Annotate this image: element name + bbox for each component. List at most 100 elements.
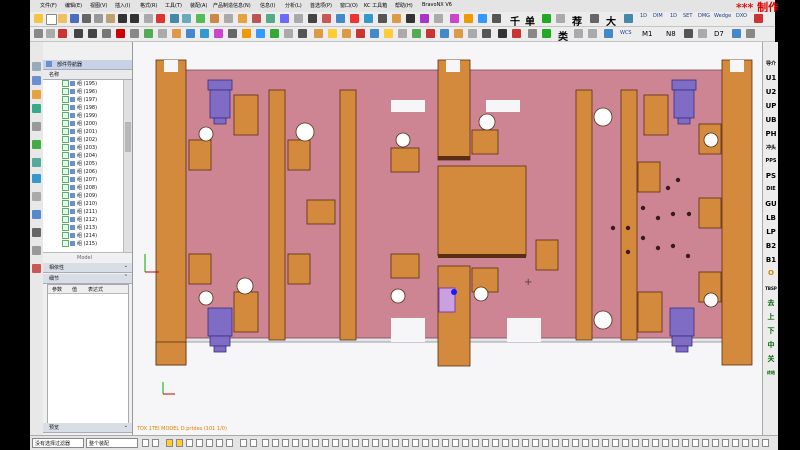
tool-e-icon[interactable]: [556, 14, 565, 23]
snap-extra-ak-icon[interactable]: [622, 439, 629, 447]
mold-m-icon[interactable]: [482, 29, 491, 38]
mold-g-icon[interactable]: [398, 29, 407, 38]
open-folder-icon[interactable]: [58, 14, 67, 23]
wireframe-icon[interactable]: [336, 14, 345, 23]
offset-icon[interactable]: [130, 29, 139, 38]
menu-insert[interactable]: 插入(I): [115, 2, 130, 9]
mold-p-icon[interactable]: [528, 29, 537, 38]
unite-icon[interactable]: [270, 29, 279, 38]
snap-extra-ad-icon[interactable]: [552, 439, 559, 447]
history-mode-icon[interactable]: [32, 228, 41, 237]
rbar-close-cn[interactable]: 关: [763, 354, 779, 364]
mold-e-icon[interactable]: [370, 29, 379, 38]
mold-r-icon[interactable]: [588, 29, 597, 38]
snap-pole-icon[interactable]: [226, 439, 233, 447]
mold-c-icon[interactable]: [342, 29, 351, 38]
menu-kc-toolbox[interactable]: KC 工具箱: [364, 2, 387, 9]
process-studio-icon[interactable]: [32, 174, 41, 183]
snap-extra-e-icon[interactable]: [302, 439, 309, 447]
tree-column-header[interactable]: 名称: [43, 70, 132, 80]
snap-extra-c-icon[interactable]: [282, 439, 289, 447]
snap-extra-g-icon[interactable]: [322, 439, 329, 447]
snap-extra-q-icon[interactable]: [422, 439, 429, 447]
snap-mid-icon[interactable]: [176, 439, 183, 447]
chevron-down-icon[interactable]: ⌄: [124, 423, 128, 429]
toolbar-label-wcs[interactable]: WCS: [620, 30, 632, 36]
menu-analysis[interactable]: 分析(L): [285, 2, 302, 9]
snap-extra-d-icon[interactable]: [292, 439, 299, 447]
snap-extra-av-icon[interactable]: [732, 439, 739, 447]
snap-extra-an-icon[interactable]: [652, 439, 659, 447]
extrude-icon[interactable]: [172, 29, 181, 38]
menu-edit[interactable]: 编辑(E): [65, 2, 82, 9]
tool-f-icon[interactable]: [590, 14, 599, 23]
toolbar-glyph-4[interactable]: 大: [606, 13, 616, 28]
mold-f-icon[interactable]: [384, 29, 393, 38]
snap-extra-as-icon[interactable]: [702, 439, 709, 447]
snap-end-icon[interactable]: [166, 439, 173, 447]
snap-extra-ai-icon[interactable]: [602, 439, 609, 447]
delete-icon[interactable]: [156, 14, 165, 23]
rbar-punch[interactable]: 冲头: [763, 144, 779, 151]
system-scene-icon[interactable]: [32, 210, 41, 219]
toolbar-label-dxo[interactable]: DXO: [736, 13, 747, 19]
menu-format[interactable]: 格式(R): [140, 2, 157, 9]
menu-window[interactable]: 窗口(O): [340, 2, 358, 9]
snap-extra-af-icon[interactable]: [572, 439, 579, 447]
mold-j-icon[interactable]: [440, 29, 449, 38]
snap-extra-w-icon[interactable]: [482, 439, 489, 447]
col-value[interactable]: 值: [72, 286, 77, 293]
menu-file[interactable]: 文件(F): [40, 2, 57, 9]
cut-icon[interactable]: [82, 14, 91, 23]
snap-curve-icon[interactable]: [250, 439, 257, 447]
menu-preferences[interactable]: 首选项(P): [310, 2, 332, 9]
tool-h-icon[interactable]: [754, 14, 763, 23]
chamfer-icon[interactable]: [256, 29, 265, 38]
save-icon[interactable]: [70, 14, 79, 23]
start-icon[interactable]: [34, 14, 43, 23]
mold-n-icon[interactable]: [498, 29, 507, 38]
mold-u-icon[interactable]: [698, 29, 707, 38]
snap-extra-au-icon[interactable]: [722, 439, 729, 447]
snap-extra-h-icon[interactable]: [332, 439, 339, 447]
rbar-guide-block[interactable]: 导介: [763, 60, 779, 67]
part-icon[interactable]: [210, 14, 219, 23]
rbar-u1[interactable]: U1: [763, 74, 779, 82]
tool-d-icon[interactable]: [542, 14, 551, 23]
snap-extra-r-icon[interactable]: [432, 439, 439, 447]
copy-icon[interactable]: [94, 14, 103, 23]
chevron-up-icon[interactable]: ⌃: [124, 274, 128, 280]
rbar-lb[interactable]: LB: [763, 214, 779, 222]
zoom-icon[interactable]: [378, 14, 387, 23]
rbar-gu[interactable]: GU: [763, 200, 779, 208]
rbar-middle-cn[interactable]: 中: [763, 340, 779, 350]
point-icon[interactable]: [58, 29, 67, 38]
wcs-icon[interactable]: [294, 14, 303, 23]
snap-extra-a-icon[interactable]: [262, 439, 269, 447]
menu-information[interactable]: 信息(I): [260, 2, 275, 9]
mold-l-icon[interactable]: [468, 29, 477, 38]
rbar-go[interactable]: 去: [763, 298, 779, 308]
tool-g-icon[interactable]: [624, 14, 633, 23]
circle-icon[interactable]: [102, 29, 111, 38]
snap-extra-o-icon[interactable]: [402, 439, 409, 447]
intersect-icon[interactable]: [298, 29, 307, 38]
preview-header[interactable]: 预览 ⌄: [43, 423, 132, 433]
menu-assembly[interactable]: 装配(A): [190, 2, 207, 9]
toolbar-label-n8[interactable]: N8: [666, 30, 676, 38]
analysis-icon[interactable]: [350, 14, 359, 23]
snap-extra-k-icon[interactable]: [362, 439, 369, 447]
snap-extra-ag-icon[interactable]: [582, 439, 589, 447]
snap-extra-u-icon[interactable]: [462, 439, 469, 447]
graphics-window[interactable]: + TOX 1TEI MODEL D.prtdes (101 1/0): [133, 42, 762, 435]
snap-extra-ap-icon[interactable]: [672, 439, 679, 447]
toolbar-glyph-3[interactable]: 荐: [572, 13, 582, 28]
selection-point[interactable]: [451, 289, 457, 295]
toolbar-label-set[interactable]: SET: [683, 13, 692, 19]
rbar-down-cn[interactable]: 下: [763, 326, 779, 336]
select-all-icon[interactable]: [142, 439, 149, 447]
rbar-ub[interactable]: UB: [763, 116, 779, 124]
layer-icon[interactable]: [196, 14, 205, 23]
mold-o-icon[interactable]: [512, 29, 521, 38]
toolbar-glyph-2[interactable]: 单: [525, 13, 535, 28]
